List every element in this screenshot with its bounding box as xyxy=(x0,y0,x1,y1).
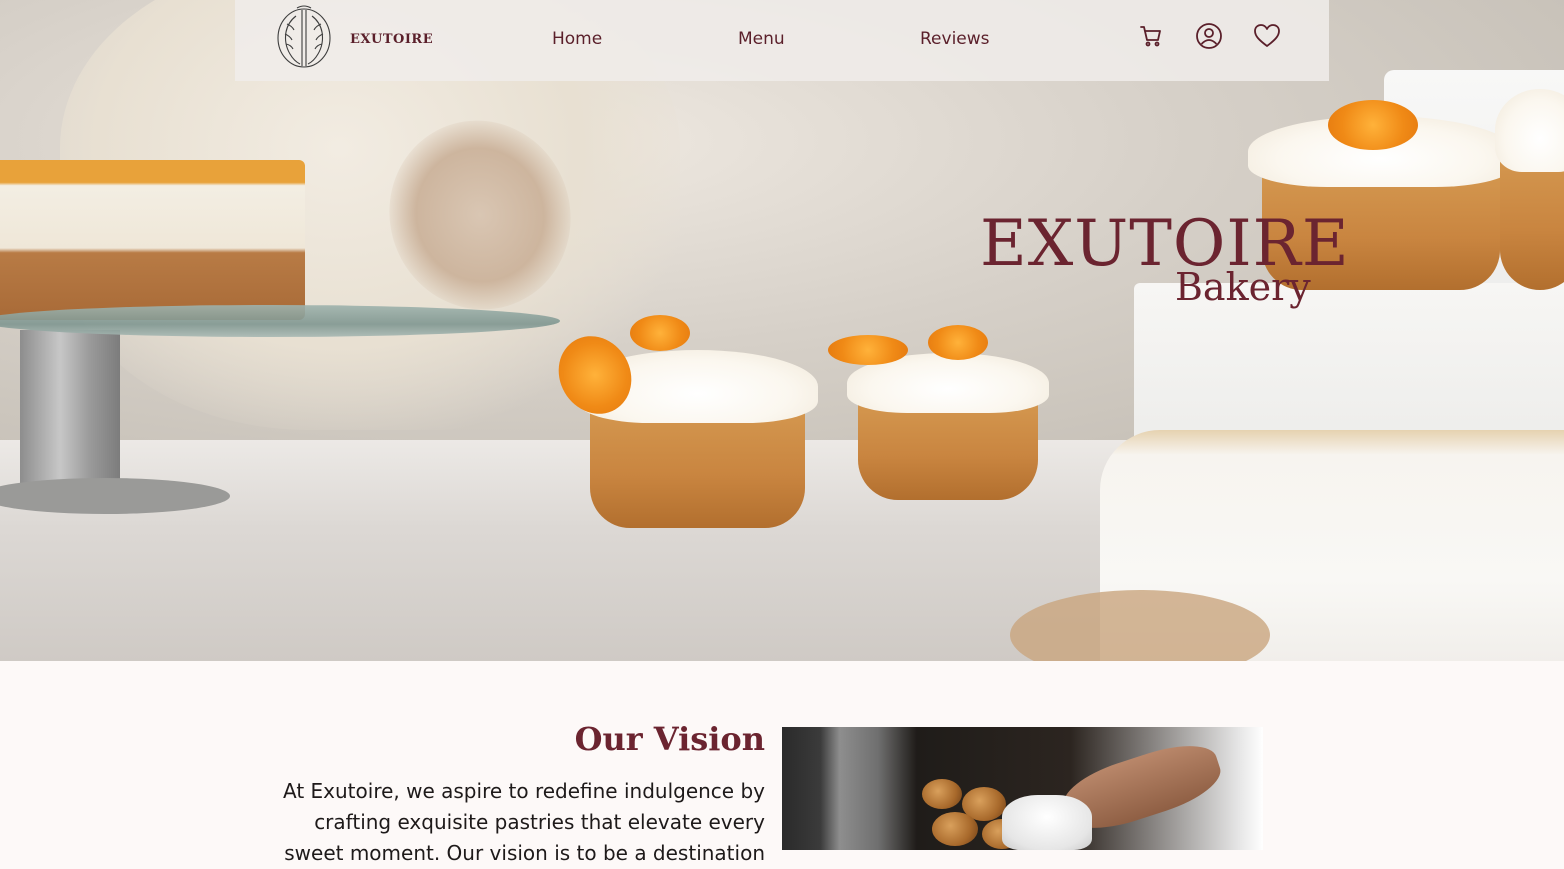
nav-link-home[interactable]: Home xyxy=(552,29,602,49)
cart-icon[interactable] xyxy=(1137,22,1165,50)
logo-text[interactable]: EXUTOIRE xyxy=(350,32,433,47)
cheesecake-image xyxy=(0,160,305,320)
hero-section: EXUTOIRE Bakery xyxy=(0,0,1564,661)
cupcake-image xyxy=(1495,89,1564,290)
vision-text: At Exutoire, we aspire to redefine indul… xyxy=(283,779,765,865)
cake-stand-pole xyxy=(20,330,120,490)
cupcake-image xyxy=(544,315,818,528)
cupcake-image xyxy=(828,325,1049,500)
vision-heading: Our Vision xyxy=(574,720,765,758)
nav-link-menu[interactable]: Menu xyxy=(738,29,785,49)
heart-icon[interactable] xyxy=(1253,22,1281,50)
vision-photo xyxy=(782,727,1263,850)
nav-link-reviews[interactable]: Reviews xyxy=(920,29,990,49)
account-icon[interactable] xyxy=(1195,22,1223,50)
cake-stand-plate xyxy=(0,305,560,337)
top-navbar: EXUTOIRE Home Menu Reviews xyxy=(235,0,1329,81)
hero-subtitle: Bakery xyxy=(1175,265,1311,309)
logo-emblem-icon[interactable] xyxy=(273,4,335,70)
